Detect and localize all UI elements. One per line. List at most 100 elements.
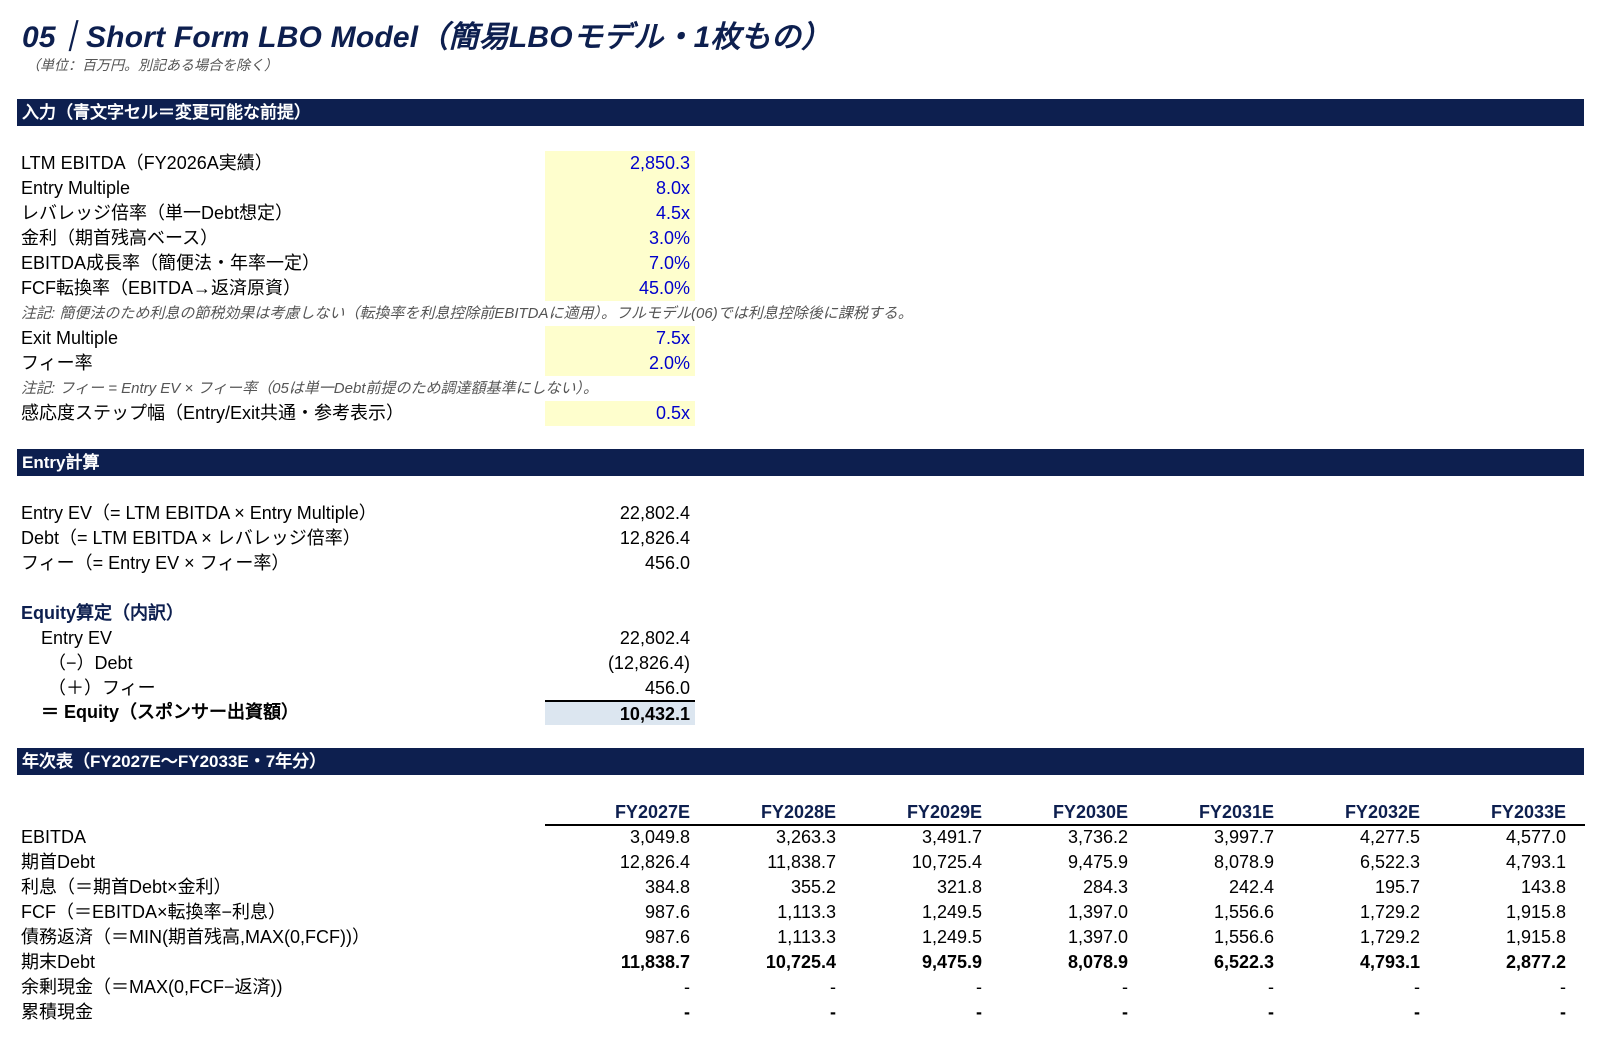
table-cell: 1,556.6 <box>1213 927 1274 947</box>
breakdown-row-equity: ＝ Equity（スポンサー出資額） 10,432.1 <box>0 700 1600 725</box>
table-cell: 3,997.7 <box>1213 827 1274 847</box>
table-cell: - <box>976 977 982 997</box>
table-row: 累積現金 - - - - - - - <box>0 1000 1600 1025</box>
input-label: レバレッジ倍率（単一Debt想定） <box>21 203 294 223</box>
entry-row-ev: Entry EV（= LTM EBITDA × Entry Multiple） … <box>0 501 1600 526</box>
leverage-input[interactable]: 4.5x <box>545 201 695 226</box>
table-cell: - <box>1268 1002 1274 1022</box>
year-header: FY2033E <box>1490 802 1566 822</box>
input-row-ltm-ebitda: LTM EBITDA（FY2026A実績） 2,850.3 <box>0 151 1600 176</box>
note-fee: 注記: フィー = Entry EV × フィー率（05は単一Debt前提のため… <box>21 380 598 397</box>
interest-input[interactable]: 3.0% <box>545 226 695 251</box>
breakdown-row-debt: （−）Debt (12,826.4) <box>0 651 1600 676</box>
table-cell: 1,915.8 <box>1505 927 1566 947</box>
table-cell: 8,078.9 <box>1213 852 1274 872</box>
table-cell: 1,556.6 <box>1213 902 1274 922</box>
year-header: FY2032E <box>1344 802 1420 822</box>
breakdown-debt-value: (12,826.4) <box>607 653 690 673</box>
input-label: Entry Multiple <box>21 178 131 198</box>
table-cell: 355.2 <box>790 877 836 897</box>
equity-total-value: 10,432.1 <box>545 700 695 725</box>
table-cell: - <box>1560 977 1566 997</box>
row-label: フィー（= Entry EV × フィー率） <box>21 553 290 573</box>
table-cell: 9,475.9 <box>1067 852 1128 872</box>
table-cell: 3,736.2 <box>1067 827 1128 847</box>
table-cell: - <box>684 977 690 997</box>
entry-ev-value: 22,802.4 <box>619 503 690 523</box>
ltm-ebitda-input[interactable]: 2,850.3 <box>545 151 695 176</box>
annual-header-row: FY2027E FY2028E FY2029E FY2030E FY2031E FY203… <box>0 800 1600 825</box>
section-header-entry: Entry計算 <box>17 449 1584 476</box>
table-cell: 10,725.4 <box>911 852 982 872</box>
breakdown-row-fee: （＋）フィー 456.0 <box>0 676 1600 701</box>
table-cell: 11,838.7 <box>620 952 690 972</box>
table-cell: - <box>976 1002 982 1022</box>
table-cell: 10,725.4 <box>765 952 836 972</box>
year-header: FY2030E <box>1052 802 1128 822</box>
row-label: Debt（= LTM EBITDA × レバレッジ倍率） <box>21 528 361 548</box>
equity-breakdown-header-row: Equity算定（内訳） <box>0 601 1600 626</box>
debt-value: 12,826.4 <box>619 528 690 548</box>
table-cell: 1,113.3 <box>777 927 836 947</box>
table-row: 利息（＝期首Debt×金利） 384.8 355.2 321.8 284.3 242.4 1… <box>0 875 1600 900</box>
input-row-fee-rate: フィー率 2.0% <box>0 351 1600 376</box>
input-row-fcf-conversion: FCF転換率（EBITDA→返済原資） 45.0% <box>0 276 1600 301</box>
entry-row-fee: フィー（= Entry EV × フィー率） 456.0 <box>0 551 1600 576</box>
table-row: EBITDA 3,049.8 3,263.3 3,491.7 3,736.2 3,997.… <box>0 825 1600 850</box>
table-cell: 195.7 <box>1374 877 1420 897</box>
note-row: 注記: フィー = Entry EV × フィー率（05は単一Debt前提のため… <box>0 376 1600 401</box>
table-cell: 4,793.1 <box>1359 952 1420 972</box>
unit-note: （単位：百万円。別記ある場合を除く） <box>26 57 278 73</box>
input-label: Exit Multiple <box>21 328 119 348</box>
table-cell: - <box>1560 1002 1566 1022</box>
input-label: LTM EBITDA（FY2026A実績） <box>21 153 273 173</box>
year-header: FY2027E <box>614 802 690 822</box>
input-label: 感応度ステップ幅（Entry/Exit共通・参考表示） <box>21 403 405 423</box>
table-cell: 143.8 <box>1520 877 1566 897</box>
table-cell: - <box>830 1002 836 1022</box>
row-label: Entry EV（= LTM EBITDA × Entry Multiple） <box>21 503 377 523</box>
fee-rate-input[interactable]: 2.0% <box>545 351 695 376</box>
table-cell: - <box>1122 1002 1128 1022</box>
table-cell: - <box>1414 1002 1420 1022</box>
table-cell: 1,729.2 <box>1359 927 1420 947</box>
page-title: 05｜Short Form LBO Model（簡易LBOモデル・1枚もの） <box>22 21 832 54</box>
table-cell: 987.6 <box>644 902 690 922</box>
row-label: ＝ Equity（スポンサー出資額） <box>41 702 300 722</box>
fee-value: 456.0 <box>644 553 690 573</box>
note-row: 注記: 簡便法のため利息の節税効果は考慮しない（転換率を利息控除前EBITDAに… <box>0 301 1600 326</box>
equity-breakdown-header: Equity算定（内訳） <box>21 603 185 623</box>
table-cell: 4,277.5 <box>1359 827 1420 847</box>
table-cell: 1,729.2 <box>1359 902 1420 922</box>
table-cell: - <box>1414 977 1420 997</box>
table-cell: 1,113.3 <box>777 902 836 922</box>
table-cell: 11,838.7 <box>767 852 836 872</box>
row-label: 余剰現金（＝MAX(0,FCF−返済)) <box>21 977 283 997</box>
exit-multiple-input[interactable]: 7.5x <box>545 326 695 351</box>
input-row-entry-multiple: Entry Multiple 8.0x <box>0 176 1600 201</box>
sensitivity-step-input[interactable]: 0.5x <box>545 401 695 426</box>
table-cell: 3,491.7 <box>921 827 982 847</box>
table-cell: 2,877.2 <box>1505 952 1566 972</box>
table-cell: - <box>830 977 836 997</box>
table-row: 期首Debt 12,826.4 11,838.7 10,725.4 9,475.9 8,0… <box>0 850 1600 875</box>
table-cell: 6,522.3 <box>1359 852 1420 872</box>
table-cell: - <box>684 1002 690 1022</box>
table-cell: - <box>1122 977 1128 997</box>
table-row: 期末Debt 11,838.7 10,725.4 9,475.9 8,078.9 6,52… <box>0 950 1600 975</box>
fcf-conversion-input[interactable]: 45.0% <box>545 276 695 301</box>
growth-input[interactable]: 7.0% <box>545 251 695 276</box>
row-label: 期首Debt <box>21 852 96 872</box>
year-header: FY2031E <box>1198 802 1274 822</box>
table-cell: 1,915.8 <box>1505 902 1566 922</box>
year-header: FY2029E <box>906 802 982 822</box>
entry-multiple-input[interactable]: 8.0x <box>545 176 695 201</box>
input-label: FCF転換率（EBITDA→返済原資） <box>21 278 302 298</box>
table-cell: - <box>1268 977 1274 997</box>
input-label: 金利（期首残高ベース） <box>21 228 219 248</box>
input-label: EBITDA成長率（簡便法・年率一定） <box>21 253 321 273</box>
entry-row-debt: Debt（= LTM EBITDA × レバレッジ倍率） 12,826.4 <box>0 526 1600 551</box>
table-cell: 284.3 <box>1082 877 1128 897</box>
table-cell: 4,793.1 <box>1505 852 1566 872</box>
table-cell: 1,249.5 <box>921 902 982 922</box>
